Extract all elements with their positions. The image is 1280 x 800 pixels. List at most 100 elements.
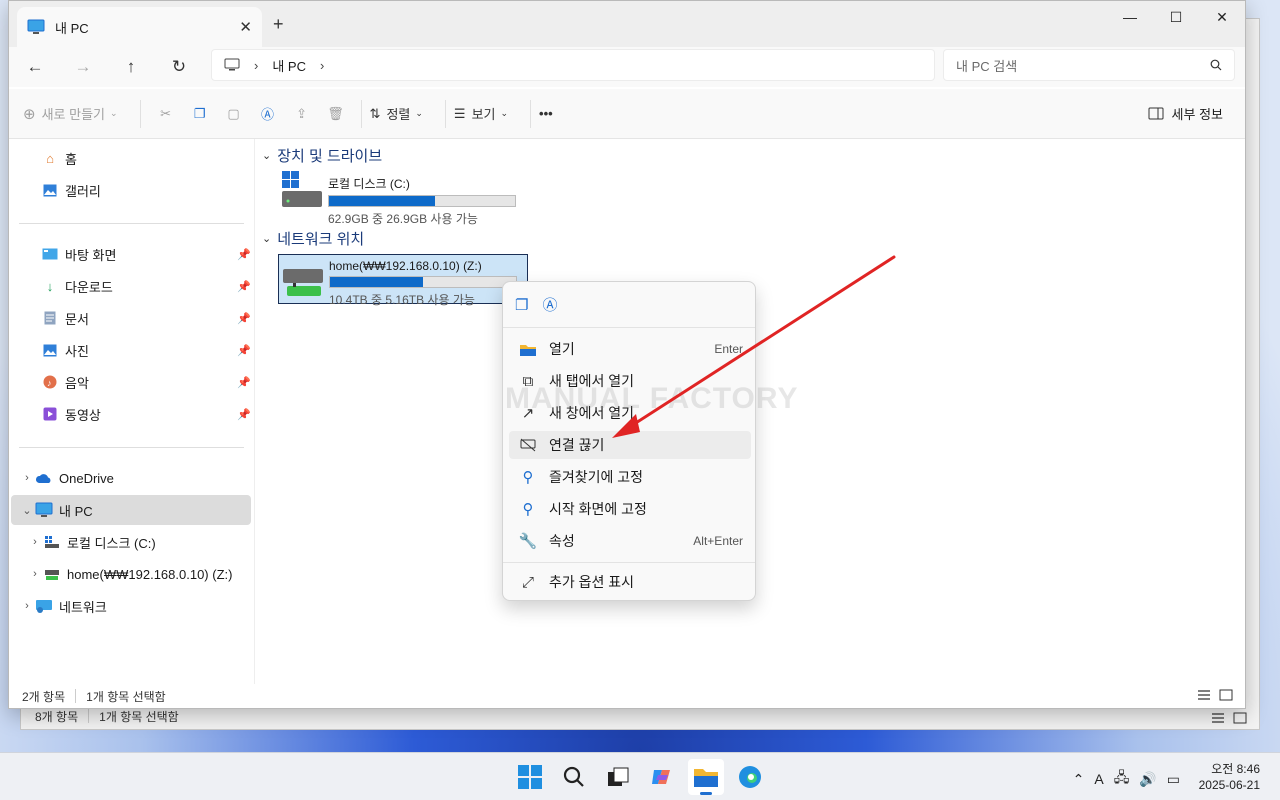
new-tab-button[interactable]: +	[273, 14, 284, 35]
file-explorer-button[interactable]	[688, 759, 724, 795]
ime-indicator[interactable]: A	[1094, 771, 1103, 787]
chevron-right-icon[interactable]: ›	[27, 536, 43, 548]
details-pane-button[interactable]: 세부 정보	[1148, 104, 1223, 123]
start-button[interactable]	[512, 759, 548, 795]
up-button[interactable]: ↑	[113, 51, 149, 83]
local-disk-tile[interactable]: 로컬 디스크 (C:) 62.9GB 중 26.9GB 사용 가능	[278, 171, 528, 226]
usage-bar-fill	[330, 277, 423, 287]
pin-icon[interactable]: 📌	[237, 344, 251, 357]
chevron-down-icon: ⌄	[415, 108, 423, 118]
sidebar-item-desktop[interactable]: 바탕 화면 📌	[9, 239, 251, 269]
more-options-button[interactable]: •••	[539, 106, 553, 121]
close-button[interactable]: ✕	[1199, 1, 1245, 33]
sidebar-item-label: 동영상	[65, 407, 101, 423]
network-section-header[interactable]: ⌄ 네트워크 위치	[262, 228, 364, 249]
chevron-right-icon[interactable]: ›	[254, 58, 258, 73]
volume-icon[interactable]: 🔊	[1139, 771, 1156, 788]
tiles-view-icon[interactable]	[1219, 689, 1233, 701]
chevron-right-icon[interactable]: ›	[27, 568, 43, 580]
menu-item-pin-start[interactable]: ⚲ 시작 화면에 고정	[509, 495, 751, 523]
edge-button[interactable]	[732, 759, 768, 795]
menu-item-properties[interactable]: 🔧 속성 Alt+Enter	[509, 527, 751, 555]
copilot-icon	[652, 770, 670, 784]
menu-item-more-options[interactable]: ⤢ 추가 옵션 표시	[509, 568, 751, 596]
paste-icon[interactable]: ▢	[217, 98, 251, 130]
drive-name: home(₩₩192.168.0.10) (Z:)	[329, 259, 482, 273]
menu-item-open[interactable]: 열기 Enter	[509, 335, 751, 363]
pin-icon[interactable]: 📌	[237, 376, 251, 389]
sidebar-item-documents[interactable]: 문서 📌	[9, 303, 251, 333]
details-view-icon[interactable]	[1211, 712, 1225, 724]
chevron-up-icon[interactable]: ⌃	[1073, 771, 1085, 788]
pin-icon[interactable]: 📌	[237, 408, 251, 421]
address-bar[interactable]: › 내 PC ›	[211, 49, 935, 81]
sidebar-item-my-pc[interactable]: ⌄ 내 PC	[11, 495, 251, 525]
sidebar-item-local-disk[interactable]: › 로컬 디스크 (C:)	[9, 527, 251, 557]
sidebar-item-pictures[interactable]: 사진 📌	[9, 335, 251, 365]
search-taskbar-button[interactable]	[556, 759, 592, 795]
search-icon	[563, 766, 584, 787]
share-icon[interactable]: ⇪	[285, 98, 319, 130]
tab-close-icon[interactable]: ✕	[239, 18, 252, 36]
sidebar-item-downloads[interactable]: ↓ 다운로드 📌	[9, 271, 251, 301]
pin-icon: ⚲	[522, 469, 534, 486]
folder-icon	[694, 769, 718, 787]
search-icon	[1210, 59, 1222, 71]
chevron-right-icon[interactable]: ›	[320, 58, 324, 73]
sidebar-item-music[interactable]: ♪ 음악 📌	[9, 367, 251, 397]
chevron-down-icon[interactable]: ⌄	[19, 504, 35, 517]
pin-icon[interactable]: 📌	[237, 312, 251, 325]
copilot-button[interactable]	[644, 759, 680, 795]
task-view-button[interactable]	[600, 759, 636, 795]
search-input[interactable]: 내 PC 검색	[943, 49, 1235, 81]
chevron-down-icon: ⌄	[262, 150, 272, 162]
pin-icon[interactable]: 📌	[237, 248, 251, 261]
navigation-pane: ⌂ 홈 갤러리 바탕 화면 📌 ↓ 다운로드 📌 문서 📌 사진 📌 ♪ 음악 …	[9, 139, 255, 685]
sort-button[interactable]: ⇅ 정렬 ⌄	[370, 104, 423, 123]
menu-item-label: 연결 끊기	[549, 437, 605, 453]
network-drive-tile[interactable]: home(₩₩192.168.0.10) (Z:) 10.4TB 중 5.16T…	[278, 254, 528, 307]
copy-icon[interactable]: ❐	[183, 98, 217, 130]
drive-icon	[43, 534, 61, 550]
sidebar-item-gallery[interactable]: 갤러리	[9, 175, 251, 205]
sidebar-item-home[interactable]: ⌂ 홈	[9, 143, 251, 173]
delete-icon[interactable]: 🗑	[319, 98, 353, 130]
chevron-right-icon[interactable]: ›	[19, 472, 35, 484]
devices-section-header[interactable]: ⌄ 장치 및 드라이브	[262, 145, 382, 166]
sidebar-item-videos[interactable]: 동영상 📌	[9, 399, 251, 429]
sidebar-item-network-drive[interactable]: › home(₩₩192.168.0.10) (Z:)	[9, 559, 251, 589]
rename-icon[interactable]: Ⓐ	[542, 294, 557, 315]
tiles-view-icon[interactable]	[1233, 712, 1247, 724]
minimize-button[interactable]: —	[1107, 1, 1153, 33]
breadcrumb-my-pc[interactable]: 내 PC	[272, 56, 306, 75]
forward-button[interactable]: →	[65, 51, 101, 83]
menu-item-pin-quick-access[interactable]: ⚲ 즐겨찾기에 고정	[509, 463, 751, 491]
copy-icon[interactable]: ❐	[515, 296, 528, 314]
menu-item-disconnect[interactable]: 연결 끊기	[509, 431, 751, 459]
refresh-button[interactable]: ↻	[161, 51, 197, 83]
view-button[interactable]: ☰ 보기 ⌄	[454, 104, 508, 123]
battery-icon[interactable]: ▭	[1167, 771, 1180, 788]
gallery-icon	[41, 182, 59, 198]
rename-icon[interactable]: Ⓐ	[251, 98, 285, 130]
back-item-count: 8개 항목	[35, 709, 79, 724]
cut-icon[interactable]: ✂	[149, 98, 183, 130]
task-view-icon	[608, 767, 629, 786]
chevron-down-icon: ⌄	[500, 108, 509, 118]
sidebar-item-network[interactable]: › 네트워크	[9, 591, 251, 621]
tab-my-pc[interactable]: 내 PC ✕	[17, 7, 262, 47]
cloud-icon	[35, 470, 53, 486]
selected-count: 1개 항목 선택함	[86, 689, 166, 704]
maximize-button[interactable]: ☐	[1153, 1, 1199, 33]
network-status-icon[interactable]: 🖧	[1114, 767, 1130, 791]
system-tray: ⌃ A 🖧 🔊 ▭	[1073, 767, 1180, 791]
plus-circle-icon: ⊕	[23, 105, 36, 123]
new-button[interactable]: ⊕ 새로 만들기 ⌄	[23, 104, 118, 123]
clock[interactable]: 오전 8:46 2025-06-21	[1199, 761, 1260, 793]
sidebar-item-onedrive[interactable]: › OneDrive	[9, 463, 251, 493]
details-view-icon[interactable]	[1197, 689, 1211, 701]
pin-icon[interactable]: 📌	[237, 280, 251, 293]
chevron-right-icon[interactable]: ›	[19, 600, 35, 612]
menu-item-label: 추가 옵션 표시	[549, 574, 635, 590]
back-button[interactable]: ←	[17, 51, 53, 83]
